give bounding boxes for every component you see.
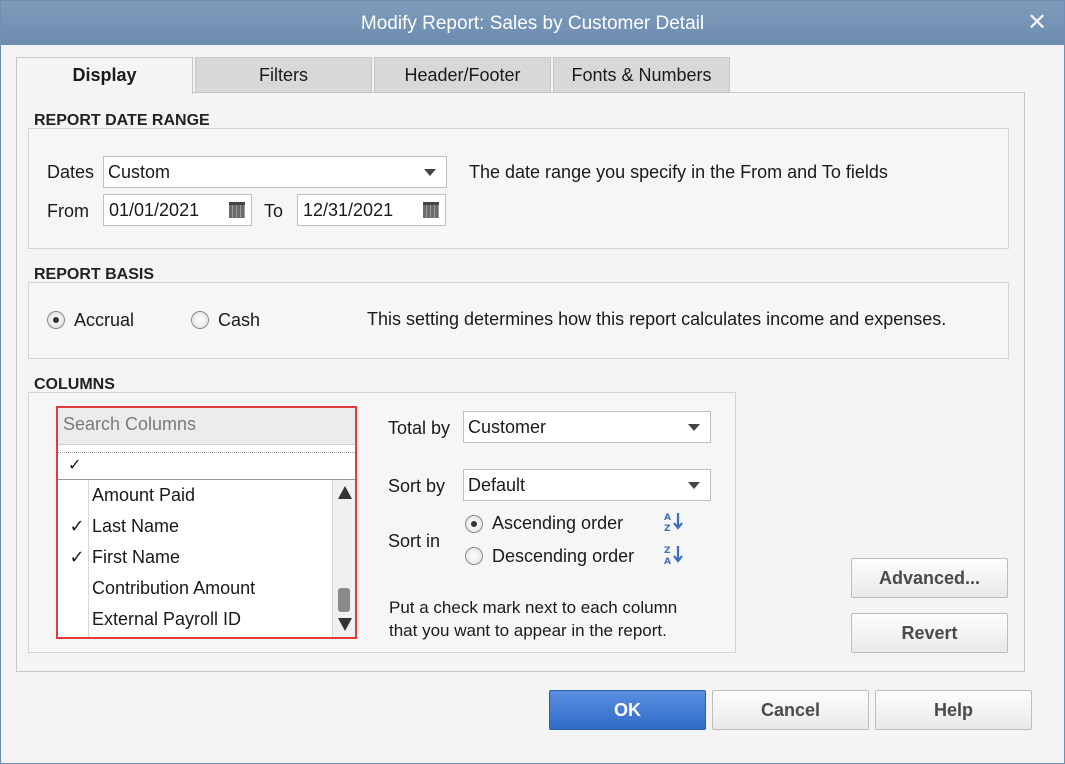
calendar-icon[interactable] xyxy=(423,202,439,218)
dates-label: Dates xyxy=(47,162,95,182)
columns-list-box: Search Columns ✓ Amount Paid ✓ Last Name… xyxy=(56,406,357,639)
tab-label: Filters xyxy=(259,65,308,85)
scroll-thumb[interactable] xyxy=(338,588,350,612)
cancel-button[interactable]: Cancel xyxy=(712,690,869,730)
sort-descending-icon: Z A xyxy=(664,546,683,566)
columns-list: Amount Paid ✓ Last Name ✓ First Name Con… xyxy=(58,480,332,637)
columns-scrollbar[interactable] xyxy=(332,480,355,637)
title-bar: Modify Report: Sales by Customer Detail … xyxy=(1,1,1064,45)
tab-label: Fonts & Numbers xyxy=(571,65,712,85)
accrual-label[interactable]: Accrual xyxy=(74,310,134,331)
to-label: To xyxy=(264,201,284,221)
total-by-dropdown[interactable]: Customer xyxy=(463,411,711,443)
descending-radio[interactable] xyxy=(465,547,483,565)
list-item[interactable]: External Payroll ID xyxy=(58,604,332,635)
tab-fonts-numbers[interactable]: Fonts & Numbers xyxy=(553,57,730,93)
chevron-down-icon xyxy=(688,424,700,431)
svg-text:A: A xyxy=(664,557,671,566)
chevron-down-icon xyxy=(424,169,436,176)
scroll-up-icon[interactable] xyxy=(338,486,352,499)
list-item[interactable]: ✓ First Name xyxy=(58,542,332,573)
column-name: Amount Paid xyxy=(92,485,196,505)
dialog-title: Modify Report: Sales by Customer Detail xyxy=(360,13,705,34)
instruction-line-2: that you want to appear in the report. xyxy=(389,621,667,640)
to-date-field[interactable]: 12/31/2021 xyxy=(297,194,446,226)
instruction-line-1: Put a check mark next to each column xyxy=(389,598,678,617)
ok-button[interactable]: OK xyxy=(549,690,706,730)
list-item[interactable]: Amount Paid xyxy=(58,480,332,511)
dates-dropdown[interactable]: Custom xyxy=(103,156,447,188)
search-columns-input[interactable]: Search Columns xyxy=(58,408,355,445)
date-range-group xyxy=(28,128,1009,249)
dates-value: Custom xyxy=(108,162,171,182)
ascending-label[interactable]: Ascending order xyxy=(492,513,623,534)
header-check-glyph: ✓ xyxy=(68,457,82,474)
cash-label[interactable]: Cash xyxy=(218,310,260,331)
calendar-icon[interactable] xyxy=(229,202,245,218)
tab-label: Header/Footer xyxy=(404,65,521,85)
scroll-down-icon[interactable] xyxy=(338,618,352,631)
total-by-value: Customer xyxy=(468,417,547,437)
list-item[interactable]: ✓ Last Name xyxy=(58,511,332,542)
search-placeholder: Search Columns xyxy=(63,414,197,434)
cash-radio[interactable] xyxy=(191,311,209,329)
column-name: First Name xyxy=(92,547,181,567)
svg-text:Z: Z xyxy=(664,546,671,556)
modify-report-dialog: Modify Report: Sales by Customer Detail … xyxy=(0,0,1065,764)
report-basis-hint: This setting determines how this report … xyxy=(367,309,947,329)
sort-by-label: Sort by xyxy=(388,476,446,496)
tab-filters[interactable]: Filters xyxy=(195,57,372,93)
close-icon[interactable]: ✕ xyxy=(1022,8,1052,38)
sort-by-dropdown[interactable]: Default xyxy=(463,469,711,501)
sort-by-value: Default xyxy=(468,475,526,495)
row-check[interactable]: ✓ xyxy=(68,511,86,542)
accrual-radio[interactable] xyxy=(47,311,65,329)
tab-header-footer[interactable]: Header/Footer xyxy=(374,57,551,93)
svg-text:Z: Z xyxy=(664,524,671,533)
column-name: Last Name xyxy=(92,516,180,536)
columns-list-header: ✓ xyxy=(58,452,355,480)
sort-ascending-icon: A Z xyxy=(664,513,683,533)
to-date-value: 12/31/2021 xyxy=(303,200,394,220)
svg-text:A: A xyxy=(664,513,671,523)
help-button[interactable]: Help xyxy=(875,690,1032,730)
from-date-field[interactable]: 01/01/2021 xyxy=(103,194,252,226)
chevron-down-icon xyxy=(688,482,700,489)
ascending-radio[interactable] xyxy=(465,515,483,533)
tab-display[interactable]: Display xyxy=(16,57,193,94)
advanced-button[interactable]: Advanced... xyxy=(851,558,1008,598)
list-item[interactable]: Contribution Amount xyxy=(58,573,332,604)
revert-button[interactable]: Revert xyxy=(851,613,1008,653)
date-range-hint: The date range you specify in the From a… xyxy=(469,162,888,182)
from-date-value: 01/01/2021 xyxy=(109,200,200,220)
tab-label: Display xyxy=(72,65,137,85)
row-check[interactable]: ✓ xyxy=(68,542,86,573)
descending-label[interactable]: Descending order xyxy=(492,546,634,567)
sort-in-label: Sort in xyxy=(388,531,441,551)
total-by-label: Total by xyxy=(388,418,451,438)
from-label: From xyxy=(47,201,89,221)
column-name: Contribution Amount xyxy=(92,578,256,598)
column-name: External Payroll ID xyxy=(92,609,242,629)
